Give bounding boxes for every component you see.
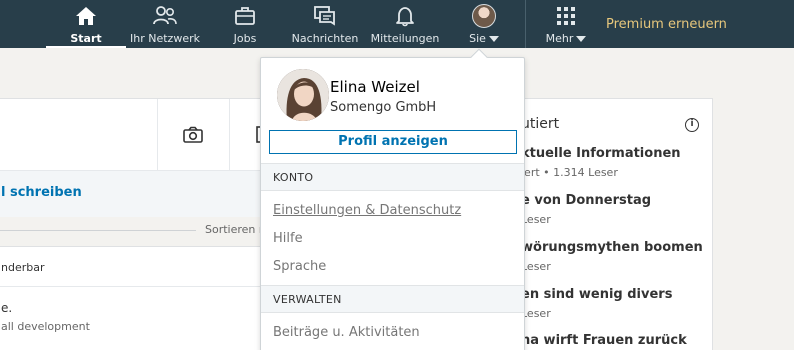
nav-jobs-label: Jobs — [233, 32, 257, 45]
manage-section-label: VERWALTEN — [273, 293, 342, 306]
nav-more-label: Mehr — [545, 32, 574, 45]
feed-post: nderbar e. all development — [0, 246, 268, 350]
global-nav: Start Ihr Netzwerk Jobs Nachrichten Mitt… — [0, 0, 794, 48]
nav-network[interactable]: Ihr Netzwerk — [127, 0, 203, 48]
help-link[interactable]: Hilfe — [273, 231, 303, 246]
settings-privacy-link[interactable]: Einstellungen & Datenschutz — [273, 203, 461, 218]
nav-divider — [525, 0, 526, 48]
nav-notifications-label: Mitteilungen — [370, 32, 440, 45]
bell-icon — [394, 4, 416, 28]
camera-icon[interactable] — [183, 126, 203, 148]
news-item-meta: Leser — [521, 307, 551, 320]
avatar[interactable] — [277, 69, 329, 121]
premium-link[interactable]: Premium erneuern — [606, 17, 727, 32]
avatar — [472, 4, 496, 28]
sort-dropdown[interactable]: Sortieren n — [205, 223, 266, 236]
people-icon — [152, 4, 178, 28]
share-box-top[interactable] — [0, 99, 268, 171]
nav-home[interactable]: Start — [46, 0, 126, 48]
view-profile-button[interactable]: Profil anzeigen — [269, 130, 517, 154]
feed-post-header: nderbar — [0, 247, 267, 287]
share-box: l schreiben — [0, 98, 268, 217]
language-link[interactable]: Sprache — [273, 259, 326, 274]
feed-post-subtitle: all development — [1, 320, 90, 333]
profile-name: Elina Weizel — [330, 78, 420, 96]
write-article-link[interactable]: l schreiben — [1, 185, 82, 200]
feed-post-header-text: nderbar — [1, 261, 45, 274]
grid-icon — [555, 4, 577, 28]
news-module-title: utiert — [521, 116, 560, 132]
news-item-meta: Leser — [521, 260, 551, 273]
account-section-label: KONTO — [273, 171, 314, 184]
nav-messages-label: Nachrichten — [291, 32, 359, 45]
posts-activity-link[interactable]: Beiträge u. Aktivitäten — [273, 325, 420, 340]
feed-sort: Sortieren n — [0, 222, 270, 238]
chevron-down-icon — [576, 36, 587, 42]
news-item-meta: Leser — [521, 213, 551, 226]
nav-network-label: Ihr Netzwerk — [130, 32, 200, 45]
manage-section-header: VERWALTEN — [261, 285, 524, 313]
feed-post-title[interactable]: e. — [1, 301, 12, 315]
nav-messages[interactable]: Nachrichten — [290, 0, 360, 48]
dropdown-arrow — [470, 48, 488, 66]
nav-home-label: Start — [70, 32, 102, 45]
news-item-headline[interactable]: wörungsmythen boomen — [521, 240, 703, 255]
nav-me-label: Sie — [469, 32, 486, 45]
news-item-meta: iert • 1.314 Leser — [521, 166, 618, 179]
divider — [0, 230, 196, 231]
briefcase-icon — [234, 4, 256, 28]
messages-icon — [313, 4, 337, 28]
info-icon[interactable]: i — [685, 118, 699, 132]
news-item-headline[interactable]: ktuelle Informationen — [521, 146, 681, 161]
profile-dropdown: Elina Weizel Somengo GmbH Profil anzeige… — [260, 48, 525, 350]
profile-company: Somengo GmbH — [330, 100, 437, 115]
home-icon — [75, 4, 97, 28]
nav-me[interactable]: Sie — [462, 0, 506, 48]
nav-more[interactable]: Mehr — [540, 0, 592, 48]
chevron-down-icon — [488, 36, 499, 42]
news-module: utiert i ktuelle Informationen iert • 1.… — [508, 98, 713, 350]
nav-notifications[interactable]: Mitteilungen — [368, 0, 442, 48]
account-section-header: KONTO — [261, 163, 524, 191]
news-item-headline[interactable]: e von Donnerstag — [521, 193, 651, 208]
news-item-headline[interactable]: na wirft Frauen zurück — [521, 333, 687, 348]
nav-jobs[interactable]: Jobs — [218, 0, 272, 48]
write-article-bar: l schreiben — [0, 171, 267, 217]
news-item-headline[interactable]: en sind wenig divers — [521, 287, 672, 302]
